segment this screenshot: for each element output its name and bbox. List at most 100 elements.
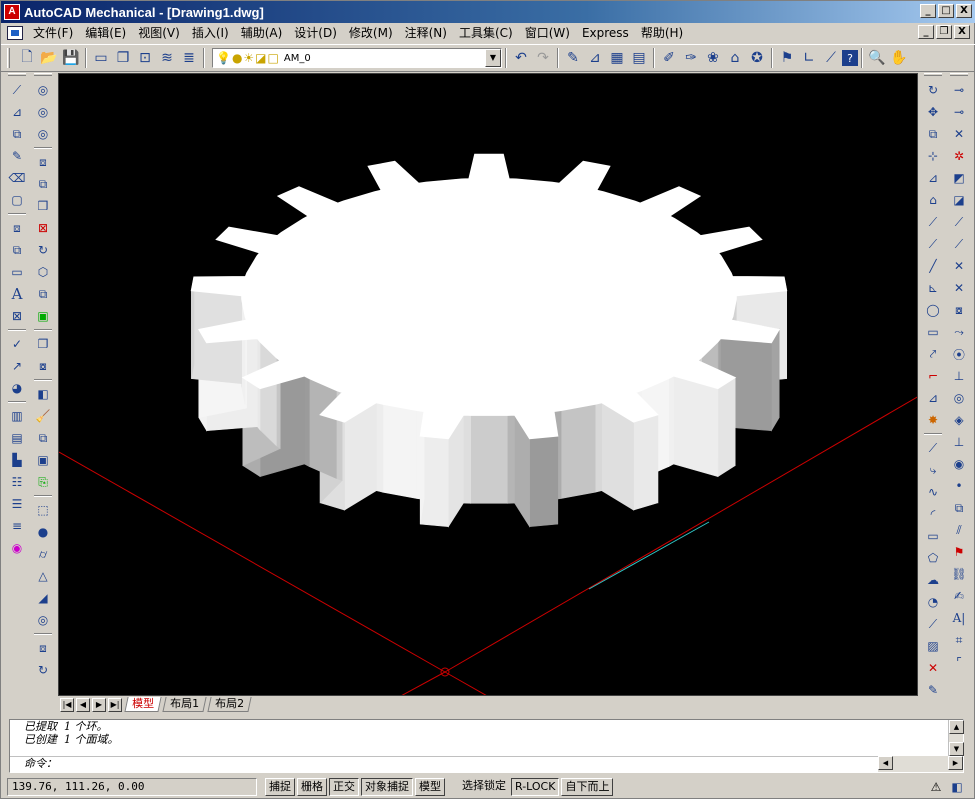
tab-model[interactable]: 模型 <box>124 697 162 712</box>
dimension-tool-icon[interactable]: ⊠ <box>7 306 27 326</box>
command-hscrollbar[interactable]: ◀ ▶ <box>878 756 963 772</box>
snap-center-circle-icon[interactable]: ◎ <box>949 388 969 408</box>
highlight-icon[interactable]: ✎ <box>7 146 27 166</box>
command-scrollbar[interactable]: ▲ ▼ <box>948 720 964 756</box>
lengthen-icon[interactable]: ⊾ <box>923 278 943 298</box>
pen-icon[interactable]: ✎ <box>923 680 943 700</box>
menu-assist[interactable]: 辅助(A) <box>235 24 289 42</box>
redo-icon[interactable]: ↷ <box>532 47 554 69</box>
snap-tangent-icon[interactable]: ⟋ <box>949 212 969 232</box>
color-edges-icon[interactable]: ⧇ <box>33 356 53 376</box>
offset-icon[interactable]: ◯ <box>923 300 943 320</box>
ellipse-arc-icon[interactable]: ⟋ <box>923 614 943 634</box>
selection-lock-toggle[interactable]: 选择锁定 <box>459 778 509 796</box>
tab-layout2[interactable]: 布局2 <box>207 697 252 712</box>
frame-icon[interactable]: ▢ <box>7 190 27 210</box>
snap-toggle[interactable]: 捕捉 <box>265 778 295 796</box>
copy-icon[interactable]: ⧉ <box>923 124 943 144</box>
menu-toolsets[interactable]: 工具集(C) <box>453 24 519 42</box>
balloon-icon[interactable]: ❀ <box>702 47 724 69</box>
flag-icon[interactable]: ⚑ <box>949 542 969 562</box>
dimension-icon[interactable]: ⊿ <box>584 47 606 69</box>
scroll-left-icon[interactable]: ◀ <box>878 756 893 770</box>
mtext-icon[interactable]: A| <box>949 608 969 628</box>
grid-toggle[interactable]: 栅格 <box>297 778 327 796</box>
match-properties-icon[interactable]: ✐ <box>658 47 680 69</box>
snap-settings-icon[interactable]: ◉ <box>949 454 969 474</box>
edit-dimension-icon[interactable]: ✑ <box>680 47 702 69</box>
command-input[interactable]: 命令： <box>10 756 880 771</box>
snap-insert-icon[interactable]: ⧇ <box>949 300 969 320</box>
zoom-icon[interactable]: 🔍 <box>866 47 888 69</box>
rectangle-icon[interactable]: ▭ <box>923 322 943 342</box>
color-faces-icon[interactable]: ▣ <box>33 306 53 326</box>
array-icon[interactable]: ⌂ <box>923 190 943 210</box>
shell-icon[interactable]: ▣ <box>33 450 53 470</box>
wedge-icon[interactable]: ◢ <box>33 588 53 608</box>
edit-text-icon[interactable]: ✍ <box>949 586 969 606</box>
snap-intersection-icon[interactable]: ✕ <box>949 124 969 144</box>
imprint-icon[interactable]: ◧ <box>33 384 53 404</box>
link-icon[interactable]: ⛓ <box>949 564 969 584</box>
snap-parallel-icon[interactable]: ⟋ <box>949 234 969 254</box>
line-icon[interactable]: ⟋ <box>7 80 27 100</box>
chamfer-icon[interactable]: ⊿ <box>923 388 943 408</box>
close-button[interactable]: X <box>956 4 972 18</box>
schedule-icon[interactable]: ☷ <box>7 472 27 492</box>
display-icon[interactable]: ▭ <box>7 262 27 282</box>
scroll-down-icon[interactable]: ▼ <box>949 742 964 756</box>
snap-node-icon[interactable]: ⤳ <box>949 322 969 342</box>
stretch-icon[interactable]: ╱ <box>923 256 943 276</box>
snap-from-icon[interactable]: • <box>949 476 969 496</box>
scroll-right-icon[interactable]: ▶ <box>948 756 963 770</box>
maximize-button[interactable]: □ <box>938 4 954 18</box>
zoom-window-icon[interactable]: ⊡ <box>134 47 156 69</box>
doc-restore-button[interactable]: ❐ <box>936 25 952 39</box>
snap-quadrant-icon[interactable]: ⦿ <box>949 344 969 364</box>
scroll-up-icon[interactable]: ▲ <box>949 720 964 734</box>
table-icon[interactable]: ▦ <box>606 47 628 69</box>
tab-layout1[interactable]: 布局1 <box>162 697 207 712</box>
undo-icon[interactable]: ↶ <box>510 47 532 69</box>
chevron-down-icon[interactable]: ▼ <box>485 49 501 67</box>
render-icon[interactable]: ◕ <box>7 378 27 398</box>
check-icon[interactable]: ✓ <box>7 334 27 354</box>
snap-nearest-icon[interactable]: ✕ <box>949 278 969 298</box>
doc-minimize-button[interactable]: _ <box>918 25 934 39</box>
list-icon[interactable]: ☰ <box>7 494 27 514</box>
table-tool-icon[interactable]: ▤ <box>7 428 27 448</box>
menu-edit[interactable]: 编辑(E) <box>79 24 132 42</box>
menu-design[interactable]: 设计(D) <box>288 24 343 42</box>
track-icon[interactable]: ⧉ <box>949 498 969 518</box>
tray-settings-icon[interactable]: ◧ <box>948 778 966 796</box>
help-icon[interactable]: ? <box>842 50 858 66</box>
new-file-icon[interactable]: 🗋 <box>16 47 38 69</box>
layers-icon[interactable]: ≋ <box>156 47 178 69</box>
snap-none-icon[interactable]: ⊥ <box>949 432 969 452</box>
snap-extension-icon[interactable]: ◩ <box>949 168 969 188</box>
sphere-icon[interactable]: ● <box>33 522 53 542</box>
section-icon[interactable]: ▥ <box>7 406 27 426</box>
pan-icon[interactable]: ✋ <box>888 47 910 69</box>
layer-tool-icon[interactable]: ⧉ <box>7 124 27 144</box>
box-icon[interactable]: ⬚ <box>33 500 53 520</box>
model-toggle[interactable]: 模型 <box>415 778 445 796</box>
first-tab-button[interactable]: |◀ <box>60 697 74 712</box>
snap-perp-icon[interactable]: ⊥ <box>949 366 969 386</box>
menu-file[interactable]: 文件(F) <box>27 24 79 42</box>
extend-icon[interactable]: ⟋ <box>923 234 943 254</box>
menu-window[interactable]: 窗口(W) <box>519 24 576 42</box>
snap-endpoint-icon[interactable]: ⊸ <box>949 80 969 100</box>
snap-apparent-icon[interactable]: ✲ <box>949 146 969 166</box>
eraser-icon[interactable]: ⌫ <box>7 168 27 188</box>
check-solid-icon[interactable]: ⎘ <box>33 472 53 492</box>
snap-tangent-circle-icon[interactable]: ◈ <box>949 410 969 430</box>
rotate-icon[interactable]: ↻ <box>923 80 943 100</box>
construction-line-icon[interactable]: ⊿ <box>7 102 27 122</box>
trim-icon[interactable]: ⟋ <box>923 212 943 232</box>
draw-line-icon[interactable]: ⟋ <box>923 438 943 458</box>
polygon-icon[interactable]: ⬠ <box>923 548 943 568</box>
copy-edges-icon[interactable]: ❐ <box>33 334 53 354</box>
bottom-up-toggle[interactable]: 自下而上 <box>561 778 614 796</box>
surface-texture-icon[interactable]: ⚑ <box>776 47 798 69</box>
